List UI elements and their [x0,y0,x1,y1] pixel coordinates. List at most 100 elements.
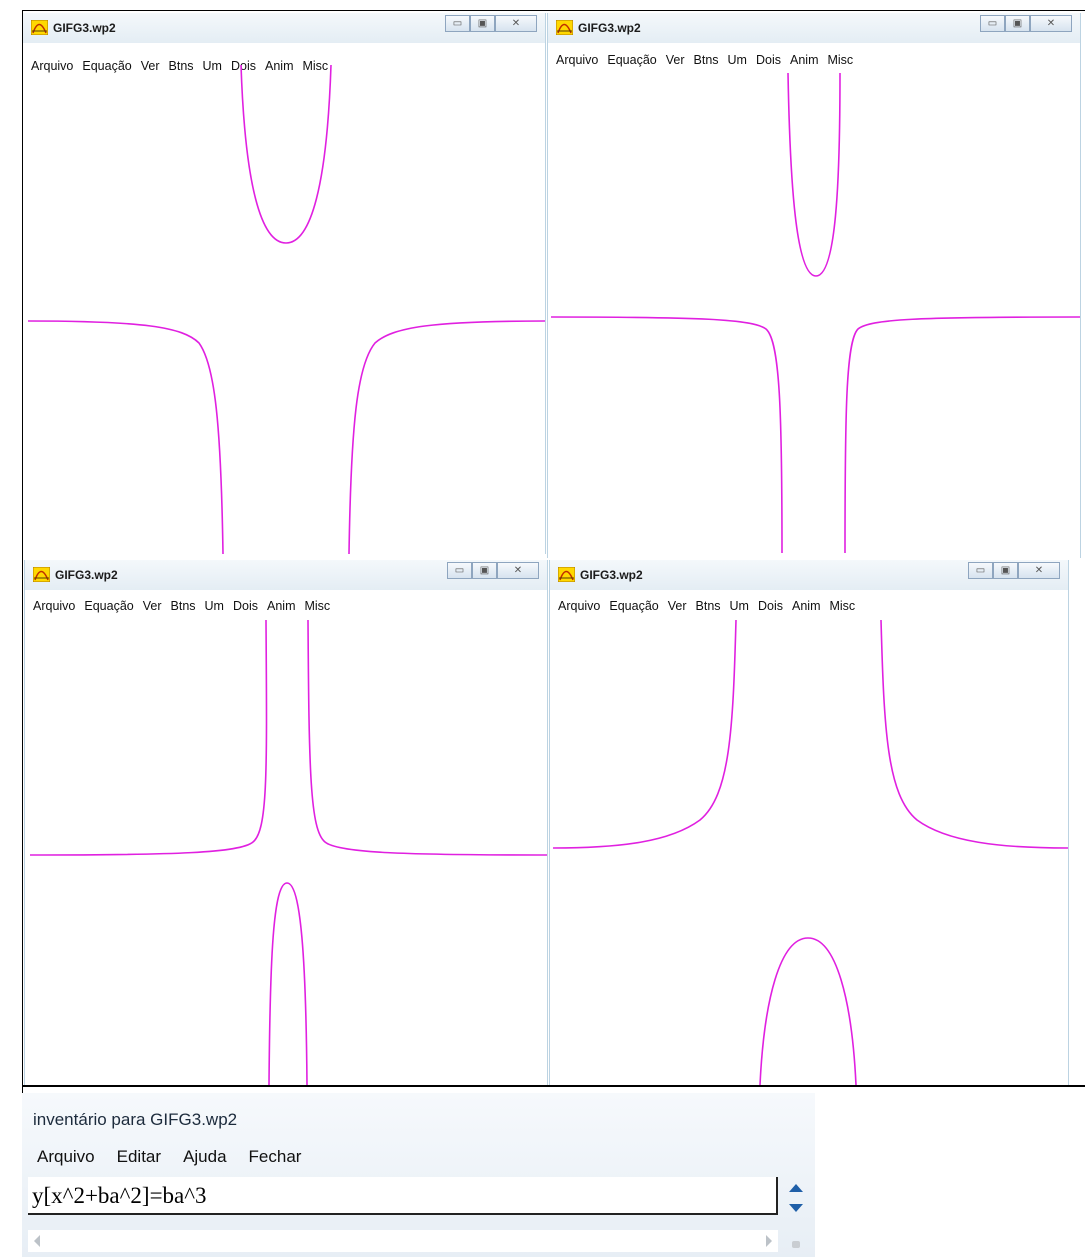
menu-arquivo[interactable]: Arquivo [558,599,600,613]
menu-btns[interactable]: Btns [694,53,719,67]
curve-lower-left [27,320,224,554]
graph-canvas[interactable] [23,65,545,554]
menu-ver[interactable]: Ver [143,599,162,613]
separator-middle [22,1085,1085,1087]
close-icon: ✕ [511,18,521,29]
curve-upper-right [307,620,547,856]
menu-ajuda[interactable]: Ajuda [183,1147,226,1167]
close-icon: ✕ [1046,18,1056,29]
curve-lower-right [348,320,545,554]
menu-ver[interactable]: Ver [666,53,685,67]
close-button[interactable]: ✕ [1018,562,1060,579]
close-button[interactable]: ✕ [497,562,539,579]
menu-equacao[interactable]: Equação [609,599,658,613]
menu-anim[interactable]: Anim [792,599,820,613]
app-icon [558,567,575,582]
menu-um[interactable]: Um [728,53,747,67]
minimize-icon: ▭ [987,18,998,29]
menu-misc[interactable]: Misc [827,53,853,67]
curve-lower-left [550,316,783,554]
title-bar[interactable]: GIFG3.wp2 ▭ ▣ ✕ [25,560,547,590]
graph-canvas[interactable] [550,620,1068,1085]
curve-lower [759,937,857,1085]
menu-dois[interactable]: Dois [756,53,781,67]
graph-window-2: GIFG3.wp2 ▭ ▣ ✕ Arquivo Equação Ver Btns… [547,13,1081,558]
title-bar[interactable]: GIFG3.wp2 ▭ ▣ ✕ [550,560,1068,590]
curve-lower [268,882,308,1085]
menu-btns[interactable]: Btns [171,599,196,613]
menu-dois[interactable]: Dois [758,599,783,613]
minimize-button[interactable]: ▭ [445,15,470,32]
close-icon: ✕ [513,565,523,576]
scroll-up-icon[interactable] [787,1182,805,1194]
maximize-button[interactable]: ▣ [1005,15,1030,32]
curve-upper-right [880,620,1068,849]
maximize-button[interactable]: ▣ [470,15,495,32]
maximize-icon: ▣ [477,18,488,29]
menu-equacao[interactable]: Equação [607,53,656,67]
title-bar[interactable]: GIFG3.wp2 ▭ ▣ ✕ [23,13,545,43]
menu-ver[interactable]: Ver [668,599,687,613]
curve-upper [787,73,841,277]
menu-btns[interactable]: Btns [696,599,721,613]
maximize-button[interactable]: ▣ [993,562,1018,579]
menu-bar: Arquivo Equação Ver Btns Um Dois Anim Mi… [558,599,855,613]
menu-um[interactable]: Um [205,599,224,613]
menu-anim[interactable]: Anim [790,53,818,67]
maximize-icon: ▣ [1000,565,1011,576]
curve-lower-right [844,316,1080,554]
window-title: GIFG3.wp2 [55,568,118,582]
resize-grip[interactable] [792,1241,800,1248]
menu-misc[interactable]: Misc [829,599,855,613]
minimize-button[interactable]: ▭ [980,15,1005,32]
title-bar[interactable]: GIFG3.wp2 ▭ ▣ ✕ [548,13,1080,43]
menu-fechar[interactable]: Fechar [249,1147,302,1167]
menu-arquivo[interactable]: Arquivo [33,599,75,613]
scroll-right-icon[interactable] [764,1234,774,1248]
minimize-icon: ▭ [975,565,986,576]
menu-misc[interactable]: Misc [304,599,330,613]
scroll-left-icon[interactable] [32,1234,42,1248]
maximize-icon: ▣ [1012,18,1023,29]
minimize-icon: ▭ [454,565,465,576]
curve-upper [240,65,332,244]
minimize-button[interactable]: ▭ [447,562,472,579]
curve-upper-left [29,620,268,856]
graph-canvas[interactable] [25,620,547,1085]
maximize-icon: ▣ [479,565,490,576]
menu-bar: Arquivo Equação Ver Btns Um Dois Anim Mi… [556,53,853,67]
close-button[interactable]: ✕ [1030,15,1072,32]
window-title: GIFG3.wp2 [578,21,641,35]
app-icon [31,20,48,35]
window-title: GIFG3.wp2 [53,21,116,35]
menu-um[interactable]: Um [730,599,749,613]
close-button[interactable]: ✕ [495,15,537,32]
window-title: GIFG3.wp2 [580,568,643,582]
separator-top [22,10,1085,11]
inventory-title: inventário para GIFG3.wp2 [33,1110,238,1129]
menu-editar[interactable]: Editar [117,1147,161,1167]
maximize-button[interactable]: ▣ [472,562,497,579]
menu-bar: Arquivo Equação Ver Btns Um Dois Anim Mi… [33,599,330,613]
menu-dois[interactable]: Dois [233,599,258,613]
menu-anim[interactable]: Anim [267,599,295,613]
curve-upper-left [552,620,737,849]
inventory-menu-bar: Arquivo Editar Ajuda Fechar [37,1147,301,1167]
equation-text: y[x^2+ba^2]=ba^3 [32,1183,207,1208]
menu-arquivo[interactable]: Arquivo [556,53,598,67]
inventory-window: inventário para GIFG3.wp2 Arquivo Editar… [22,1093,815,1257]
graph-window-4: GIFG3.wp2 ▭ ▣ ✕ Arquivo Equação Ver Btns… [549,560,1069,1085]
app-icon [556,20,573,35]
graph-canvas[interactable] [548,73,1080,566]
separator-left [22,10,23,1093]
minimize-icon: ▭ [452,18,463,29]
graph-window-1: GIFG3.wp2 ▭ ▣ ✕ Arquivo Equação Ver Btns… [22,13,546,554]
close-icon: ✕ [1034,565,1044,576]
menu-arquivo[interactable]: Arquivo [37,1147,95,1167]
equation-field[interactable]: y[x^2+ba^2]=ba^3 [28,1177,778,1215]
menu-equacao[interactable]: Equação [84,599,133,613]
horizontal-scrollbar[interactable] [28,1230,778,1252]
app-icon [33,567,50,582]
scroll-down-icon[interactable] [787,1202,805,1214]
minimize-button[interactable]: ▭ [968,562,993,579]
